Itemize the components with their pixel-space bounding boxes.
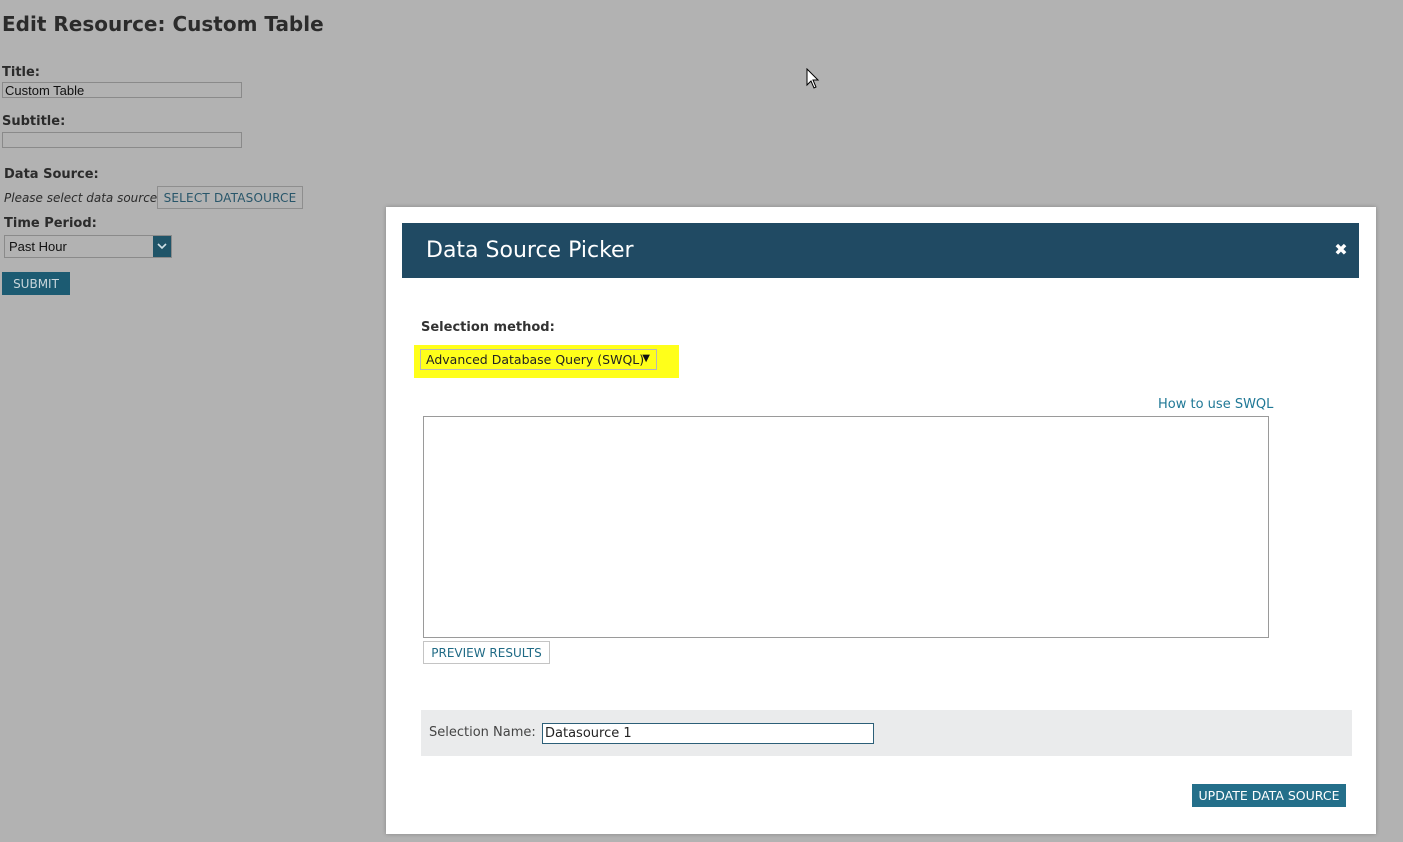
time-period-value: Past Hour: [9, 239, 67, 254]
dropdown-arrow-icon: ▼: [642, 353, 650, 364]
close-icon[interactable]: ✖: [1333, 240, 1349, 259]
mouse-cursor-icon: [806, 67, 820, 94]
page-title: Edit Resource: Custom Table: [2, 12, 324, 36]
swql-query-textarea[interactable]: [423, 416, 1269, 638]
time-period-label: Time Period:: [4, 216, 97, 231]
chevron-down-icon[interactable]: [153, 236, 171, 257]
time-period-select[interactable]: Past Hour: [4, 235, 172, 258]
modal-header: Data Source Picker ✖: [402, 223, 1359, 278]
data-source-placeholder: Please select data source: [4, 191, 158, 205]
page: Edit Resource: Custom Table Title: Subti…: [0, 0, 1403, 842]
selection-name-label: Selection Name:: [429, 725, 536, 740]
title-label: Title:: [2, 65, 41, 80]
selection-method-value: Advanced Database Query (SWQL): [426, 352, 645, 367]
selection-name-input[interactable]: [542, 723, 874, 744]
subtitle-field[interactable]: [2, 132, 242, 148]
select-datasource-button[interactable]: SELECT DATASOURCE: [157, 186, 303, 209]
modal-title: Data Source Picker: [426, 238, 634, 263]
title-field[interactable]: [2, 82, 242, 98]
how-to-use-swql-link[interactable]: How to use SWQL: [1158, 397, 1273, 412]
submit-button[interactable]: SUBMIT: [2, 272, 70, 295]
selection-name-bar: Selection Name:: [421, 710, 1352, 756]
preview-results-button[interactable]: PREVIEW RESULTS: [423, 641, 550, 664]
selection-method-select[interactable]: Advanced Database Query (SWQL) ▼: [420, 349, 657, 370]
selection-method-label: Selection method:: [421, 320, 555, 335]
data-source-label: Data Source:: [4, 167, 99, 182]
update-data-source-button[interactable]: UPDATE DATA SOURCE: [1192, 784, 1346, 807]
data-source-picker-dialog: Data Source Picker ✖ Selection method: A…: [386, 207, 1376, 834]
subtitle-label: Subtitle:: [2, 114, 66, 129]
